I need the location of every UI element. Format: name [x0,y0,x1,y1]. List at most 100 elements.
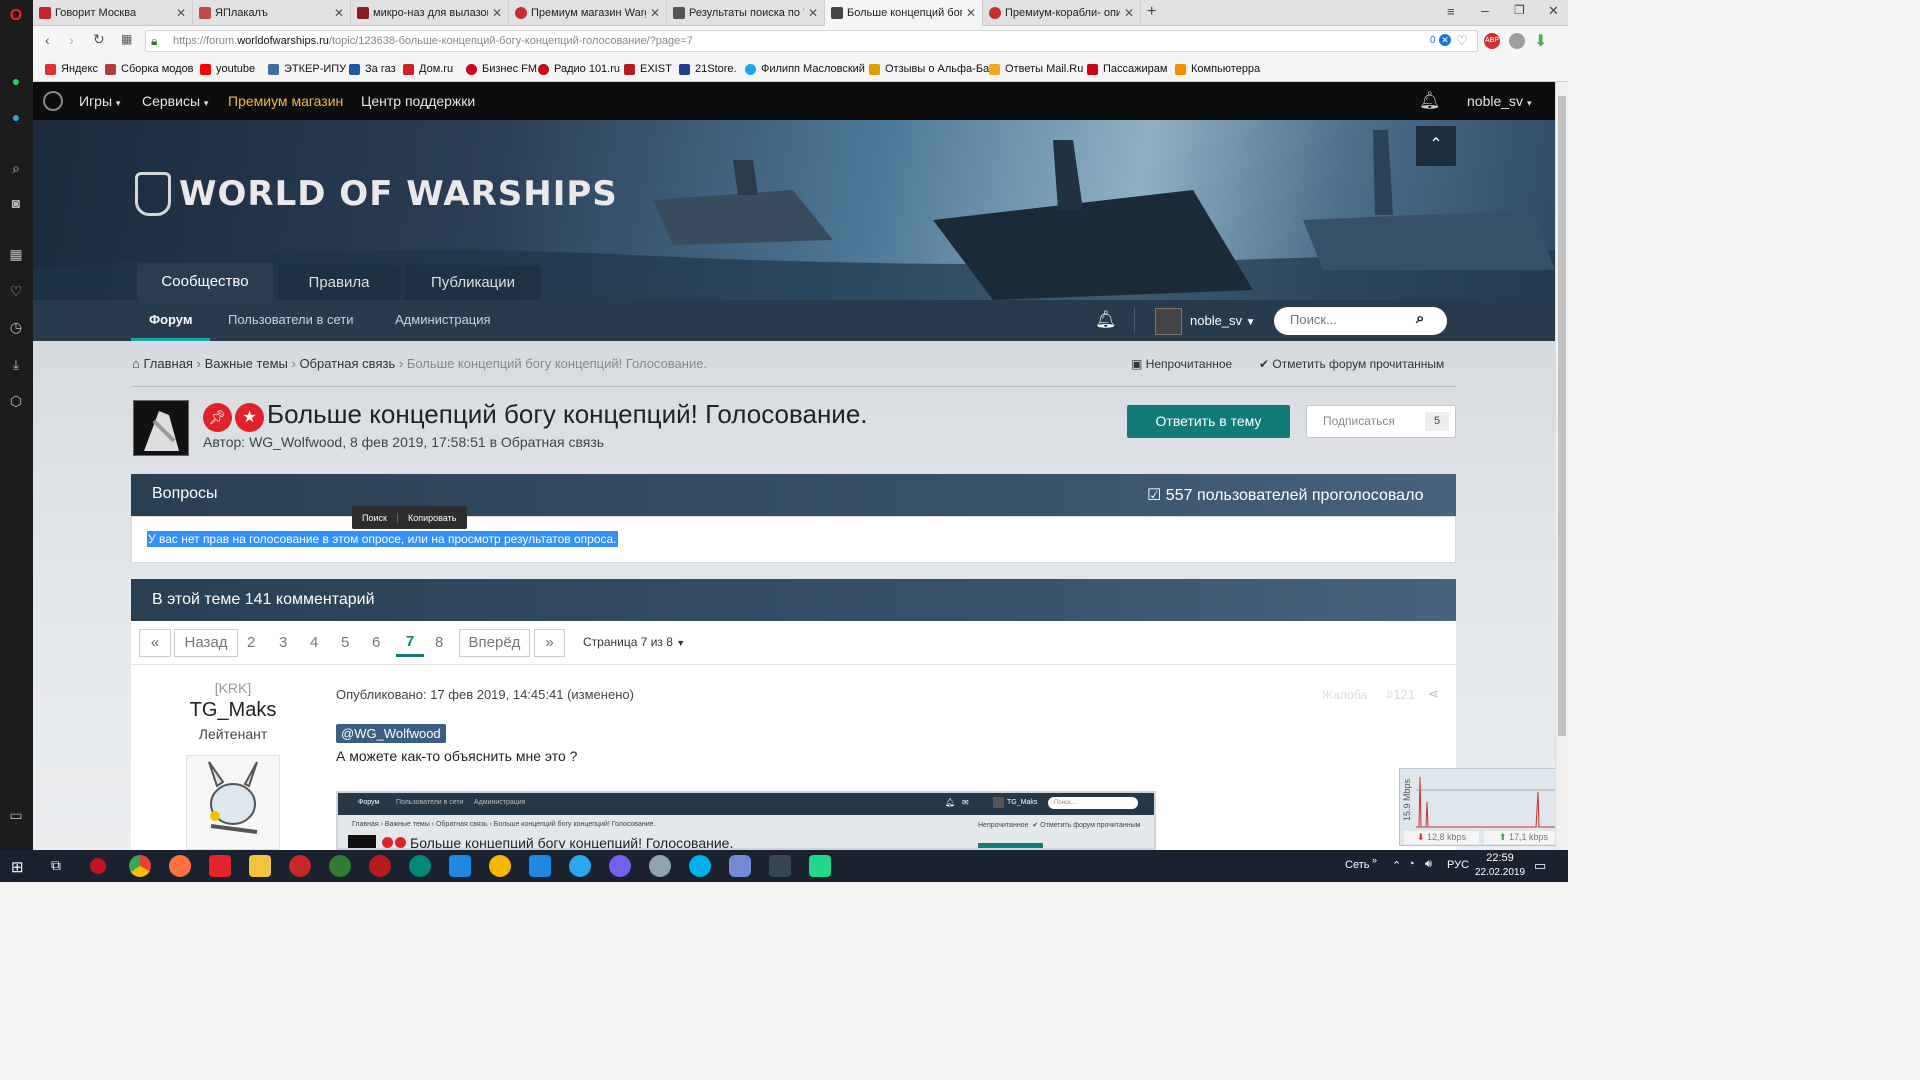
pagination-page[interactable]: 8 [435,634,443,651]
bookmark-item[interactable]: Пассажирам [1087,61,1167,77]
subnav-online-users[interactable]: Пользователи в сети [228,312,354,327]
user-avatar-small[interactable] [1155,308,1182,335]
close-tab-icon[interactable]: ✕ [1124,6,1134,20]
history-icon[interactable]: ◷ [7,318,25,336]
close-tab-icon[interactable]: ✕ [650,6,660,20]
xbox-taskbar-icon[interactable] [329,855,351,877]
minimize-button[interactable]: – [1481,2,1489,18]
pagination-last[interactable]: » [534,629,565,657]
page-jump-dropdown[interactable]: Страница 7 из 8 ▼ [583,635,685,649]
share-icon[interactable]: ⋖ [1428,686,1439,702]
pagination-page[interactable]: 4 [310,634,318,651]
telegram-icon[interactable]: ● [7,108,25,126]
close-tab-icon[interactable]: ✕ [176,6,186,20]
bookmark-item[interactable]: EXIST [624,61,672,77]
bookmark-item[interactable]: Филипп Масловский [745,61,865,77]
file-explorer-icon[interactable] [249,855,271,877]
bookmark-item[interactable]: Сборка модов [105,61,194,77]
subnav-forum[interactable]: Форум [131,300,211,341]
popup-search-button[interactable]: Поиск [352,512,398,523]
nav-user-menu[interactable]: noble_sv ▾ [1467,93,1531,109]
browser-tab[interactable]: Говорит Москва ✕ [33,0,193,26]
wifi-icon[interactable]: ◔ [1408,858,1415,870]
whatsapp-icon[interactable]: ● [7,72,25,90]
author-avatar[interactable] [133,400,189,456]
nav-services[interactable]: Сервисы ▾ [142,93,208,109]
subnav-user-menu[interactable]: noble_sv ▼ [1190,313,1256,328]
chrome-taskbar-icon[interactable] [129,855,151,877]
tray-expand-icon[interactable]: » [1372,855,1377,865]
clock-date[interactable]: 22.02.2019 [1474,867,1526,878]
pagination-page[interactable]: 2 [247,634,255,651]
utorrent-taskbar-icon[interactable] [809,855,831,877]
nav-games[interactable]: Игры ▾ [79,93,120,109]
mark-read-link[interactable]: ✔ Отметить форум прочитанным [1259,357,1444,371]
report-link[interactable]: Жалоба [1322,688,1367,702]
nav-support[interactable]: Центр поддержки [361,93,475,109]
sidebar-toggle-icon[interactable]: ▭ [7,806,25,824]
bookmark-item[interactable]: Отзывы о Альфа-Ба [869,61,989,77]
close-tab-icon[interactable]: ✕ [808,6,818,20]
pagination-page[interactable]: 6 [372,634,380,651]
browser-tab[interactable]: Премиум магазин Warga ✕ [509,0,667,26]
network-label[interactable]: Сеть [1345,859,1369,871]
wargaming-logo-icon[interactable] [43,91,63,111]
pagination-page[interactable]: 5 [341,634,349,651]
browser-tab-active[interactable]: Больше концепций богу ✕ [825,0,983,26]
windows-start-icon[interactable]: ⊞ [11,858,24,876]
notifications-center-icon[interactable]: ▭ [1534,858,1546,874]
language-indicator[interactable]: РУС [1447,859,1469,871]
bookmark-item[interactable]: Радио 101.ru [538,61,620,77]
tab-rules[interactable]: Правила [278,265,400,300]
download-extension-icon[interactable]: ⬇ [1534,31,1547,51]
forum-search-box[interactable]: ⌕ [1274,307,1447,335]
opera-taskbar-icon[interactable] [87,855,109,877]
pagination-current-page[interactable]: 7 [396,629,424,657]
bookmark-item[interactable]: youtube [200,61,255,77]
downloads-icon[interactable]: ⤓ [7,355,25,373]
post-embedded-screenshot[interactable]: Форум Пользователи в сети Администрация … [336,791,1156,850]
bookmark-item[interactable]: Компьютерра [1175,61,1260,77]
subscribe-button[interactable]: Подписаться 5 [1306,405,1456,438]
volume-icon[interactable]: 🔊︎ [1425,858,1432,871]
page-scrollbar[interactable] [1555,82,1568,850]
network-monitor-widget[interactable]: 15.9 Mbps ⬇ 12,8 kbps ⬆ 17,1 kbps [1399,768,1566,846]
pagination-prev[interactable]: Назад [174,629,238,657]
search-icon[interactable]: ⌕ [1416,310,1424,327]
reply-button[interactable]: Ответить в тему [1127,405,1290,438]
app-taskbar-icon[interactable] [449,855,471,877]
app-taskbar-icon[interactable] [489,855,511,877]
browser-tab[interactable]: Премиум-корабли- опис ✕ [983,0,1141,26]
task-view-icon[interactable]: ⧉ [51,857,61,874]
nav-premium-shop[interactable]: Премиум магазин [228,93,343,109]
breadcrumb-home[interactable]: Главная [143,356,192,371]
topic-forum-link[interactable]: Обратная связь [501,434,604,450]
tray-chevron-icon[interactable]: ⌃ [1392,859,1401,872]
notifications-bell-icon[interactable]: 🔔︎ [1419,91,1441,111]
back-icon[interactable]: ‹ [45,32,50,48]
post-number-link[interactable]: #121 [1386,687,1415,702]
bookmark-item[interactable]: Ответы Mail.Ru [989,61,1083,77]
close-tab-icon[interactable]: ✕ [492,6,502,20]
skype-taskbar-icon[interactable] [689,855,711,877]
browser-tab[interactable]: микро-наз для вылазок ✕ [351,0,509,26]
adblock-extension-icon[interactable]: ABP [1484,33,1500,49]
speed-dial-icon[interactable]: ▦ [121,32,132,46]
app-taskbar-icon[interactable] [369,855,391,877]
scrollbar-thumb[interactable] [1558,96,1566,736]
speed-dial-icon[interactable]: ▦ [7,245,25,263]
popup-copy-button[interactable]: Копировать [398,513,466,523]
breadcrumb-feedback[interactable]: Обратная связь [299,356,395,371]
wows-taskbar-icon[interactable] [769,855,791,877]
close-tab-icon[interactable]: ✕ [334,6,344,20]
discord-taskbar-icon[interactable] [729,855,751,877]
extensions-icon[interactable]: ⬡ [7,392,25,410]
post-author-name[interactable]: TG_Maks [131,699,335,722]
app-taskbar-icon[interactable] [649,855,671,877]
unread-link[interactable]: ▣ Непрочитанное [1131,357,1232,371]
vpn-extension-icon[interactable] [1509,33,1525,49]
forward-icon[interactable]: › [69,32,74,48]
pagination-next[interactable]: Вперёд [459,629,530,657]
app-taskbar-icon[interactable] [529,855,551,877]
address-bar[interactable]: 🔒︎ https://forum.worldofwarships.ru/topi… [145,30,1478,52]
